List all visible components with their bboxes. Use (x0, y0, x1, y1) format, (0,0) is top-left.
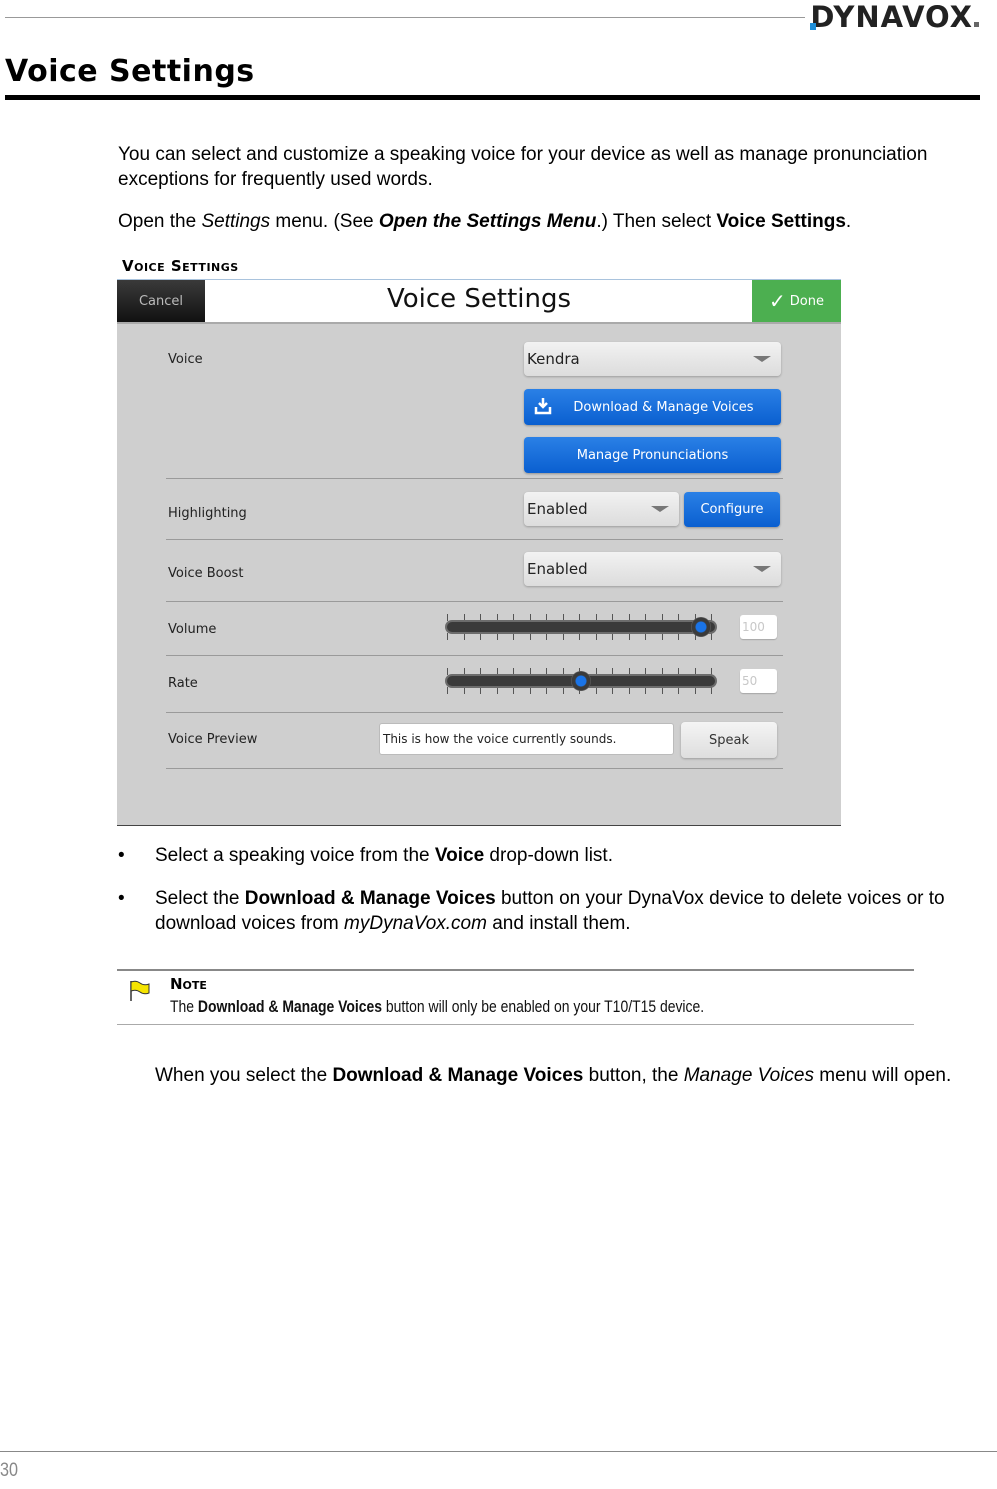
divider (166, 712, 783, 713)
download-manage-voices-button[interactable]: Download & Manage Voices (524, 389, 781, 425)
bullet-item: • Select a speaking voice from the Voice… (118, 845, 613, 866)
closing-paragraph: When you select the Download & Manage Vo… (155, 1065, 952, 1086)
footer-rule (0, 1451, 997, 1452)
voice-settings-screenshot: Cancel Voice Settings ✓ Done Voice Kendr… (117, 279, 841, 826)
page-number: 30 (0, 1460, 18, 1481)
done-button[interactable]: ✓ Done (752, 280, 841, 322)
voice-boost-label: Voice Boost (168, 566, 244, 581)
chevron-down-icon (651, 506, 669, 512)
checkmark-icon: ✓ (769, 289, 786, 313)
screen-title: Voice Settings (386, 284, 572, 314)
highlighting-dropdown[interactable]: Enabled (524, 492, 679, 526)
note-top-rule (117, 969, 914, 971)
manage-pronunciations-button[interactable]: Manage Pronunciations (524, 437, 781, 473)
voice-preview-label: Voice Preview (168, 732, 258, 747)
open-settings-link[interactable]: Open the Settings Menu (379, 211, 596, 232)
download-icon (534, 398, 552, 415)
note-title: Note (170, 975, 207, 993)
voice-preview-input[interactable]: This is how the voice currently sounds. (379, 723, 674, 755)
note-body: The Download & Manage Voices button will… (170, 997, 705, 1016)
bullet-icon: • (118, 888, 125, 909)
volume-value[interactable]: 100 (740, 615, 777, 639)
divider (166, 539, 783, 540)
rate-label: Rate (168, 676, 198, 691)
volume-label: Volume (168, 622, 217, 637)
header-rule (5, 17, 805, 18)
chevron-down-icon (753, 566, 771, 572)
screen-header: Cancel Voice Settings ✓ Done (117, 280, 841, 324)
divider (166, 655, 783, 656)
volume-slider-handle[interactable] (691, 617, 711, 637)
divider (166, 768, 783, 769)
divider (166, 478, 783, 479)
intro-paragraph: You can select and customize a speaking … (118, 144, 928, 190)
volume-slider[interactable] (445, 620, 717, 634)
rate-slider-handle[interactable] (571, 671, 591, 691)
note-bottom-rule (117, 1024, 914, 1025)
configure-button[interactable]: Configure (684, 492, 780, 527)
title-rule (5, 95, 980, 100)
voice-boost-dropdown[interactable]: Enabled (524, 552, 781, 586)
figure-caption: Voice Settings (122, 257, 239, 275)
dynavox-logo: DYNAVOX (810, 0, 979, 34)
page-title: Voice Settings (5, 54, 255, 89)
chevron-down-icon (753, 356, 771, 362)
instruction-paragraph: Open the Settings menu. (See Open the Se… (118, 211, 852, 232)
speak-button[interactable]: Speak (681, 722, 777, 758)
voice-label: Voice (168, 352, 203, 367)
bullet-item: • Select the Download & Manage Voices bu… (118, 888, 945, 934)
divider (166, 601, 783, 602)
flag-icon (130, 980, 150, 1001)
voice-dropdown[interactable]: Kendra (524, 342, 781, 376)
highlighting-label: Highlighting (168, 506, 247, 521)
bullet-icon: • (118, 845, 125, 866)
rate-value[interactable]: 50 (740, 669, 777, 693)
